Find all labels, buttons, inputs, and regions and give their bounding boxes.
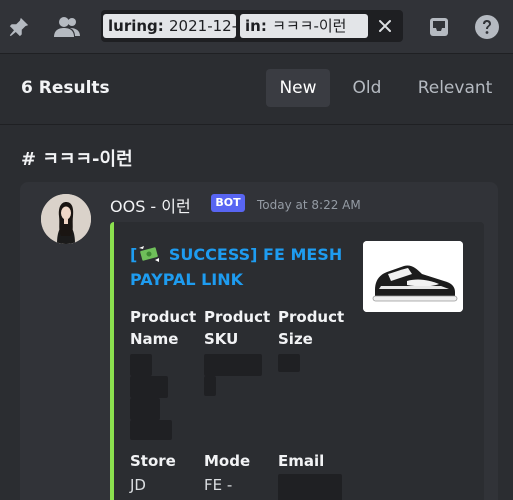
field-name-email: Email: [278, 452, 325, 470]
bot-badge: BOT: [211, 194, 245, 212]
help-icon[interactable]: [472, 12, 502, 42]
field-name-product-size: Product Size: [278, 308, 345, 348]
redacted-product-size: [278, 354, 300, 372]
search-filter-during[interactable]: luring: 2021-12-11: [103, 14, 236, 38]
field-name-store: Store: [130, 452, 176, 470]
results-count: 6 Results: [21, 78, 110, 98]
redacted-product-sku: [204, 354, 262, 376]
results-header: 6 Results New Old Relevant: [0, 55, 513, 125]
money-with-wings-icon: [138, 245, 160, 263]
channel-hash-icon: #: [21, 149, 37, 170]
sort-tab-old[interactable]: Old: [343, 69, 391, 107]
redacted-product-name: [130, 376, 168, 398]
message-timestamp: Today at 8:22 AM: [257, 198, 361, 212]
embed-title-bracket: [: [130, 245, 138, 264]
sort-tab-relevant[interactable]: Relevant: [412, 69, 498, 107]
field-name-product-name: Product Name: [130, 308, 197, 348]
filter-during-value: 2021-12-11: [169, 17, 236, 35]
message-embed: [ SUCCESS] FE MESH PAYPAL LINK Product N…: [110, 222, 484, 500]
search-result-message[interactable]: OOS - 이런 BOT Today at 8:22 AM [ SUCCESS]…: [20, 182, 498, 500]
embed-title-text: SUCCESS] FE MESH PAYPAL LINK: [130, 245, 343, 289]
field-name-product-sku: Product SKU: [204, 308, 271, 348]
inbox-icon[interactable]: [424, 12, 454, 42]
field-value-store: JD: [130, 476, 146, 494]
channel-label[interactable]: # ㅋㅋㅋ-이런: [21, 145, 133, 171]
search-input[interactable]: luring: 2021-12-11 in: ㅋㅋㅋ-이런: [101, 10, 403, 42]
sort-tab-new[interactable]: New: [266, 69, 330, 107]
filter-in-key: in:: [245, 17, 267, 35]
members-icon[interactable]: [52, 12, 82, 42]
embed-title[interactable]: [ SUCCESS] FE MESH PAYPAL LINK: [130, 242, 350, 292]
pin-icon[interactable]: [4, 12, 34, 42]
avatar[interactable]: [41, 194, 91, 244]
redacted-email: [278, 474, 342, 500]
redacted-product-name: [130, 354, 152, 376]
redacted-product-name: [130, 398, 160, 420]
field-value-mode: FE -: [204, 476, 233, 494]
redacted-product-name: [130, 420, 172, 440]
field-name-mode: Mode: [204, 452, 251, 470]
redacted-product-sku: [204, 376, 216, 396]
filter-during-key: luring:: [108, 17, 164, 35]
embed-accent-bar: [110, 222, 114, 500]
channel-name: ㅋㅋㅋ-이런: [42, 149, 133, 170]
filter-in-value: ㅋㅋㅋ-이런: [272, 17, 347, 35]
top-toolbar: luring: 2021-12-11 in: ㅋㅋㅋ-이런: [0, 0, 513, 54]
message-author[interactable]: OOS - 이런: [110, 193, 191, 217]
search-filter-in[interactable]: in: ㅋㅋㅋ-이런: [240, 14, 368, 38]
close-icon[interactable]: [373, 14, 397, 38]
product-thumbnail[interactable]: [363, 241, 463, 312]
